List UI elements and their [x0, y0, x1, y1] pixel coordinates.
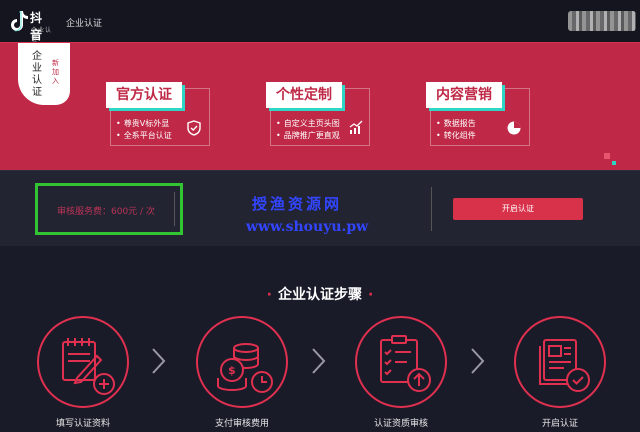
watermark-cn: 授渔资源网	[252, 195, 343, 213]
card-title: 个性定制	[266, 82, 342, 108]
step-label: 认证资质审核	[373, 419, 428, 429]
steps-title: · 企业认证步骤 ·	[266, 287, 374, 303]
step-label: 开启认证	[541, 419, 578, 429]
card-item: 品牌推广更直观	[276, 130, 340, 141]
tag-new-label: 新加入	[52, 59, 59, 85]
card-title: 内容营销	[426, 82, 502, 108]
coins-clock-icon: $	[217, 343, 273, 393]
chevron-right-icon	[312, 348, 326, 374]
feature-banner: 企业认证 新加入 官方认证 尊贵V标外显 全系平台认证 个性定制 自定义主页头图…	[0, 42, 640, 170]
chevron-right-icon	[152, 348, 166, 374]
divider	[174, 192, 175, 226]
watermark-url: www.shouyu.pw	[246, 219, 369, 235]
document-check-icon	[539, 339, 590, 392]
growth-chart-icon	[349, 120, 363, 134]
card-item: 自定义主页头图	[276, 118, 340, 129]
chevron-right-icon	[471, 348, 485, 374]
fee-bar: 审核服务费：600元 / 次 授渔资源网 www.shouyu.pw 开启认证	[0, 170, 640, 246]
nav-enterprise-certification[interactable]: 企业认证	[66, 16, 102, 29]
card-item: 尊贵V标外显	[116, 118, 169, 129]
tag-text: 企业认证	[32, 51, 42, 98]
pie-chart-icon	[507, 121, 521, 135]
music-note-icon	[11, 11, 28, 32]
card-title: 官方认证	[106, 82, 182, 108]
open-certification-button[interactable]: 开启认证	[453, 198, 583, 220]
steps-title-text: 企业认证步骤	[278, 287, 362, 303]
step-pay-fee: $	[196, 316, 288, 408]
decor-square	[604, 153, 610, 159]
fee-highlight-box: 审核服务费：600元 / 次	[35, 183, 183, 235]
enterprise-tag: 企业认证 新加入	[18, 43, 70, 105]
user-avatar-blurred[interactable]	[568, 11, 636, 31]
card-item: 转化组件	[436, 130, 476, 141]
top-bar: 抖音 企业认证 企业认证	[0, 0, 640, 43]
divider	[431, 187, 432, 231]
step-review	[355, 316, 447, 408]
douyin-logo[interactable]: 抖音 企业认证	[4, 6, 52, 43]
svg-text:$: $	[228, 364, 236, 377]
card-item: 全系平台认证	[116, 130, 172, 141]
shield-check-icon	[187, 120, 201, 136]
checklist-upload-icon	[380, 335, 431, 392]
form-edit-icon	[62, 338, 115, 395]
step-label: 填写认证资料	[55, 419, 110, 429]
card-item: 数据报告	[436, 118, 476, 129]
step-label: 支付审核费用	[214, 419, 269, 429]
step-open-certification	[514, 316, 606, 408]
step-fill-info	[37, 316, 129, 408]
logo-subtitle: 企业认证	[31, 27, 53, 43]
fee-text: 审核服务费：600元 / 次	[57, 207, 155, 217]
decor-square	[612, 161, 616, 165]
